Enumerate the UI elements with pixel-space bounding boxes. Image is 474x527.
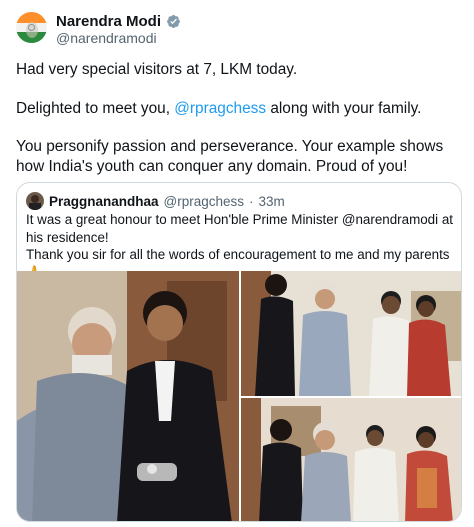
tweet-line-2-suffix: along with your family. [266,99,422,117]
verified-badge-icon [166,14,181,29]
tweet-line-1: Had very special visitors at 7, LKM toda… [16,61,298,78]
photo-grid [17,271,461,521]
quoted-author-handle[interactable]: @rpragchess [164,194,245,209]
quoted-tweet[interactable]: Praggnanandhaa @rpragchess · 33m It was … [16,182,462,522]
quoted-author-name[interactable]: Praggnanandhaa [49,194,159,209]
quoted-avatar[interactable] [26,192,44,210]
tweet-line-3: You personify passion and perseverance. … [16,138,444,175]
quoted-line-2-text: Thank you sir for all the words of encou… [26,247,450,262]
tweet-line-2-prefix: Delighted to meet you, [16,99,175,117]
photo-1[interactable] [17,271,239,521]
tweet-line-2: Delighted to meet you, @rpragchess along… [16,99,460,119]
quoted-line-1: It was a great honour to meet Hon'ble Pr… [26,212,453,245]
tweet-body: Had very special visitors at 7, LKM toda… [16,60,460,195]
photo-2[interactable] [241,271,461,396]
quoted-header: Praggnanandhaa @rpragchess · 33m [26,192,285,210]
quoted-separator: · [249,193,254,209]
author-name[interactable]: Narendra Modi [56,13,161,30]
tweet-header: Narendra Modi @narendramodi [16,12,456,48]
author-avatar[interactable] [16,12,47,43]
mention-link[interactable]: @rpragchess [174,100,266,117]
photo-3[interactable] [241,398,461,521]
quoted-timestamp[interactable]: 33m [259,194,285,209]
author-handle[interactable]: @narendramodi [56,30,157,46]
